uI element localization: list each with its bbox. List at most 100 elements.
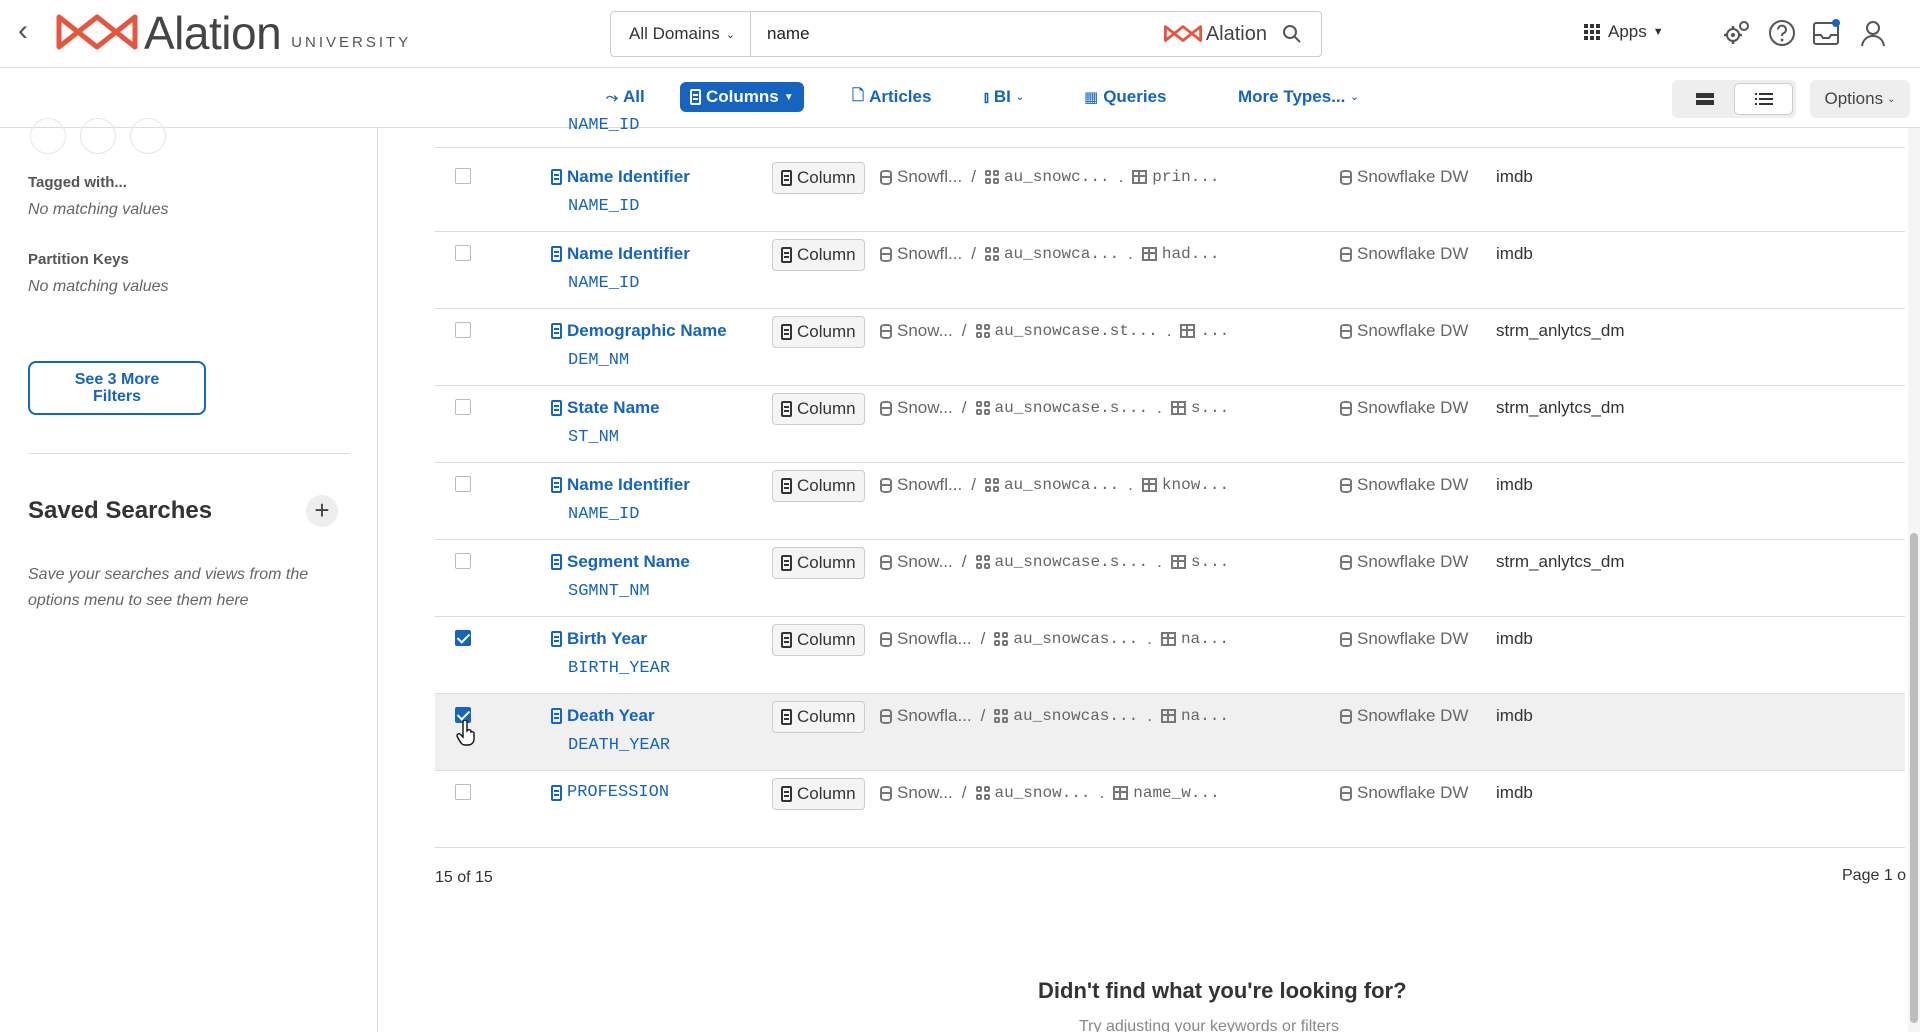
- row-checkbox[interactable]: [455, 784, 471, 800]
- data-source[interactable]: Snowflake DW: [1340, 244, 1468, 264]
- breadcrumb-schema[interactable]: au_snowca...: [984, 245, 1119, 263]
- table-row[interactable]: Birth Year BIRTH_YEAR Column Snowfla... / au_…: [435, 617, 1905, 694]
- result-title-link[interactable]: Birth Year: [551, 629, 647, 649]
- breadcrumb-table[interactable]: s...: [1170, 553, 1229, 571]
- help-icon[interactable]: [1767, 18, 1797, 48]
- object-type-badge: Column: [772, 547, 865, 579]
- data-source[interactable]: Snowflake DW: [1340, 783, 1468, 803]
- breadcrumb-datasource[interactable]: Snow...: [880, 552, 953, 572]
- result-title: PROFESSION: [567, 783, 670, 802]
- row-checkbox[interactable]: [455, 245, 471, 261]
- tab-columns[interactable]: Columns ▼: [680, 82, 804, 112]
- database-icon: [1340, 554, 1352, 570]
- add-saved-search-button[interactable]: +: [306, 495, 338, 527]
- breadcrumb-schema-label: au_snowcas...: [1013, 707, 1139, 725]
- options-menu[interactable]: Options ⌄: [1810, 80, 1910, 118]
- scrollbar-thumb[interactable]: [1910, 533, 1918, 1023]
- result-title: Demographic Name: [567, 321, 727, 340]
- data-source[interactable]: Snowflake DW: [1340, 321, 1468, 341]
- row-checkbox[interactable]: [455, 476, 471, 492]
- breadcrumb-separator: /: [971, 475, 976, 494]
- breadcrumb-datasource-label: Snow...: [897, 783, 953, 802]
- result-title-link[interactable]: Name Identifier: [551, 475, 690, 495]
- table-row[interactable]: Name Identifier NAME_ID Column Snowfl... / au…: [435, 232, 1905, 309]
- breadcrumb-table[interactable]: na...: [1160, 707, 1229, 725]
- chevron-down-icon: ⌄: [1350, 91, 1359, 103]
- result-title-link[interactable]: Segment Name: [551, 552, 690, 572]
- breadcrumb: Snowfl... / au_snowca.... had...: [880, 244, 1220, 264]
- data-source[interactable]: Snowflake DW: [1340, 167, 1468, 187]
- inbox-icon[interactable]: [1811, 18, 1841, 48]
- result-title-link[interactable]: Demographic Name: [551, 321, 727, 341]
- breadcrumb-datasource[interactable]: Snow...: [880, 783, 953, 803]
- data-source[interactable]: Snowflake DW: [1340, 629, 1468, 649]
- data-source[interactable]: Snowflake DW: [1340, 398, 1468, 418]
- breadcrumb-datasource[interactable]: Snowfla...: [880, 629, 972, 649]
- tab-bi[interactable]: ⫾ BI ⌄: [974, 82, 1034, 112]
- apps-label: Apps: [1608, 22, 1647, 41]
- result-title-link[interactable]: Death Year: [551, 706, 655, 726]
- row-checkbox[interactable]: [455, 707, 471, 723]
- breadcrumb-schema[interactable]: au_snowc...: [984, 168, 1110, 186]
- breadcrumb-table[interactable]: ...: [1180, 322, 1229, 340]
- table-row[interactable]: NAME_ID: [435, 116, 1905, 148]
- breadcrumb-schema[interactable]: au_snowcas...: [994, 707, 1138, 725]
- table-row[interactable]: Death Year DEATH_YEAR Column Snowfla... / au_…: [435, 694, 1905, 771]
- breadcrumb-schema[interactable]: au_snowcase.s...: [975, 553, 1148, 571]
- compact-view-button[interactable]: [1675, 83, 1734, 115]
- tab-all[interactable]: ⤳ All: [596, 82, 655, 112]
- row-checkbox[interactable]: [455, 399, 471, 415]
- breadcrumb-table[interactable]: know...: [1141, 476, 1229, 494]
- breadcrumb-datasource[interactable]: Snowfla...: [880, 706, 972, 726]
- detailed-view-button[interactable]: [1734, 83, 1793, 115]
- tab-more-types[interactable]: More Types... ⌄: [1228, 82, 1369, 112]
- result-title-link[interactable]: Name Identifier: [551, 244, 690, 264]
- data-source[interactable]: Snowflake DW: [1340, 475, 1468, 495]
- user-profile-icon[interactable]: [1858, 18, 1888, 48]
- see-more-filters-button[interactable]: See 3 More Filters: [28, 361, 206, 415]
- table-row[interactable]: Demographic Name DEM_NM Column Snow... / au_s…: [435, 309, 1905, 386]
- table-row[interactable]: Name Identifier NAME_ID Column Snowfl... / au…: [435, 463, 1905, 540]
- breadcrumb-datasource[interactable]: Snowfl...: [880, 475, 962, 495]
- alation-logo[interactable]: Alation UNIVERSITY: [56, 7, 411, 59]
- breadcrumb-table[interactable]: name_w...: [1113, 784, 1220, 802]
- result-title-link[interactable]: PROFESSION: [551, 783, 669, 802]
- settings-gears-icon[interactable]: [1722, 18, 1752, 48]
- table-row[interactable]: PROFESSION Column Snow... / au_snow.... name_…: [435, 771, 1905, 848]
- breadcrumb-table[interactable]: prin...: [1132, 168, 1220, 186]
- breadcrumb-datasource[interactable]: Snow...: [880, 321, 953, 341]
- table-row[interactable]: State Name ST_NM Column Snow... / au_snowcase…: [435, 386, 1905, 463]
- result-title-link[interactable]: Name Identifier: [551, 167, 690, 187]
- breadcrumb-schema[interactable]: au_snowcase.st...: [975, 322, 1158, 340]
- domain-selector[interactable]: All Domains ⌄: [611, 12, 751, 56]
- table-row[interactable]: Name Identifier NAME_ID Column Snowfl... / au…: [435, 155, 1905, 232]
- breadcrumb-schema[interactable]: au_snowcase.s...: [975, 399, 1148, 417]
- breadcrumb-schema[interactable]: au_snowca...: [984, 476, 1119, 494]
- back-arrow-icon[interactable]: ‹: [18, 16, 48, 48]
- table-row[interactable]: Segment Name SGMNT_NM Column Snow... / au_sno…: [435, 540, 1905, 617]
- apps-menu[interactable]: Apps ▼: [1584, 22, 1664, 42]
- tab-queries[interactable]: ▦ Queries: [1074, 82, 1177, 112]
- column-icon: [551, 323, 562, 339]
- tab-articles[interactable]: 🗋 Articles: [842, 82, 941, 112]
- row-checkbox[interactable]: [455, 553, 471, 569]
- row-checkbox[interactable]: [455, 630, 471, 646]
- breadcrumb-datasource[interactable]: Snowfl...: [880, 167, 962, 187]
- data-source[interactable]: Snowflake DW: [1340, 552, 1468, 572]
- result-title-link[interactable]: State Name: [551, 398, 660, 418]
- breadcrumb-schema[interactable]: au_snow...: [975, 784, 1091, 802]
- breadcrumb-schema[interactable]: au_snowcas...: [994, 630, 1138, 648]
- row-checkbox[interactable]: [455, 322, 471, 338]
- breadcrumb-table[interactable]: s...: [1170, 399, 1229, 417]
- search-input[interactable]: [751, 12, 1164, 56]
- breadcrumb-table[interactable]: had...: [1141, 245, 1220, 263]
- object-type-label: Column: [797, 630, 856, 649]
- search-icon[interactable]: [1281, 23, 1303, 45]
- breadcrumb-datasource[interactable]: Snowfl...: [880, 244, 962, 264]
- row-checkbox[interactable]: [455, 168, 471, 184]
- breadcrumb-datasource[interactable]: Snow...: [880, 398, 953, 418]
- data-source[interactable]: Snowflake DW: [1340, 706, 1468, 726]
- breadcrumb-table[interactable]: na...: [1160, 630, 1229, 648]
- breadcrumb-datasource-label: Snowfla...: [897, 706, 972, 725]
- data-source-label: Snowflake DW: [1357, 552, 1469, 571]
